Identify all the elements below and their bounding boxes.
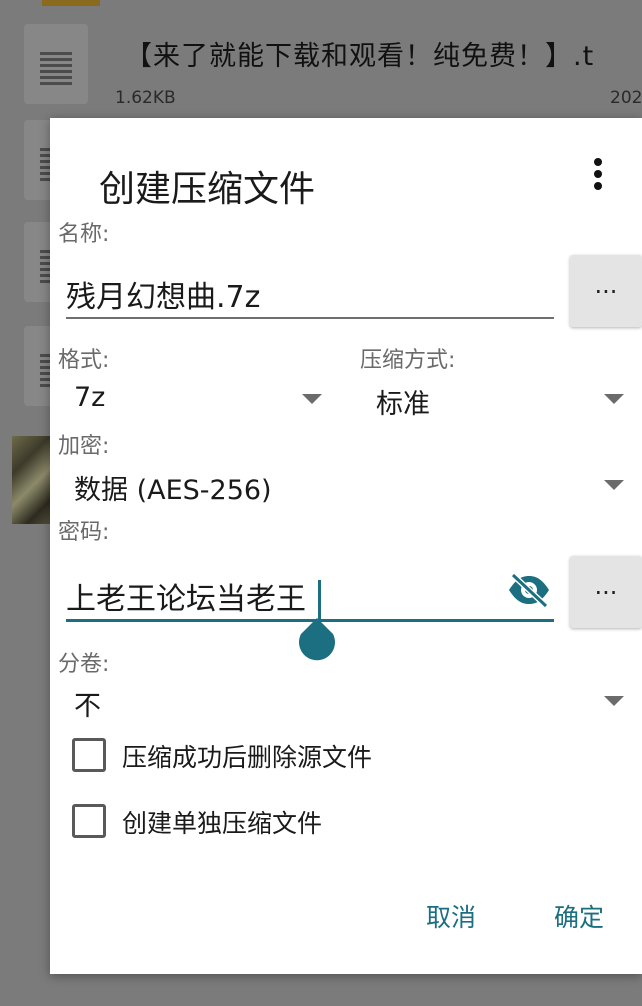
password-input[interactable]: 上老王论坛当老王	[66, 574, 306, 618]
image-thumbnail	[12, 436, 52, 524]
ok-button[interactable]: 确定	[554, 898, 604, 934]
background-header-edge	[42, 0, 100, 6]
delete-source-label: 压缩成功后删除源文件	[122, 743, 373, 772]
separate-archive-label: 创建单独压缩文件	[122, 809, 323, 838]
volume-label: 分卷:	[58, 652, 110, 677]
archive-name-underline	[66, 317, 554, 319]
separate-archive-checkbox[interactable]	[72, 804, 106, 838]
browse-path-button[interactable]: ...	[570, 255, 642, 327]
visibility-off-icon[interactable]	[506, 571, 552, 609]
volume-select[interactable]: 不	[74, 684, 101, 723]
encryption-label: 加密:	[58, 434, 110, 459]
format-label: 格式:	[58, 348, 110, 373]
create-archive-dialog: 创建压缩文件 名称: 残月幻想曲.7z ... 格式: 压缩方式: 7z 标准 …	[50, 118, 642, 974]
format-select[interactable]: 7z	[74, 382, 105, 413]
compression-dropdown-icon[interactable]	[604, 394, 624, 404]
encryption-dropdown-icon[interactable]	[604, 480, 624, 490]
text-selection-handle[interactable]	[297, 618, 337, 662]
password-options-button[interactable]: ...	[570, 556, 642, 628]
background-file-name: 【来了就能下载和观看！纯免费！】.t	[125, 41, 595, 72]
password-label: 密码:	[58, 520, 110, 545]
volume-dropdown-icon[interactable]	[604, 696, 624, 706]
dialog-title: 创建压缩文件	[99, 169, 316, 210]
document-icon	[24, 24, 88, 104]
more-options-icon[interactable]	[588, 158, 608, 198]
encryption-select[interactable]: 数据 (AES-256)	[74, 468, 272, 507]
text-cursor	[318, 580, 321, 620]
name-label: 名称:	[58, 222, 110, 247]
background-file-size: 1.62KB	[115, 88, 176, 108]
archive-name-input[interactable]: 残月幻想曲.7z	[66, 272, 260, 316]
cancel-button[interactable]: 取消	[426, 898, 476, 934]
delete-source-checkbox[interactable]	[72, 738, 106, 772]
compression-label: 压缩方式:	[360, 348, 456, 373]
background-file-date: 202	[610, 88, 642, 108]
format-dropdown-icon[interactable]	[302, 394, 322, 404]
compression-select[interactable]: 标准	[376, 382, 430, 421]
